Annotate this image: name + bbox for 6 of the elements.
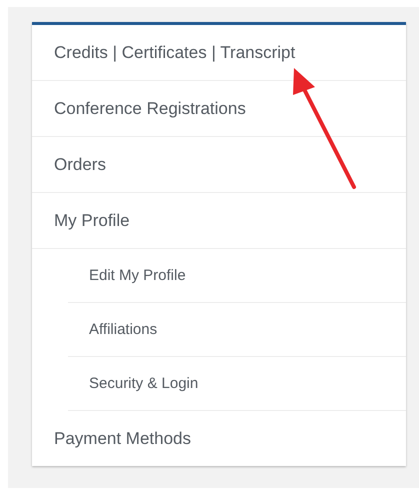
- submenu-item[interactable]: Edit My Profile: [68, 249, 406, 303]
- menu-item[interactable]: Payment Methods: [32, 411, 406, 466]
- submenu-item[interactable]: Affiliations: [68, 303, 406, 357]
- menu-item[interactable]: Orders: [32, 137, 406, 193]
- submenu-item[interactable]: Security & Login: [68, 357, 406, 411]
- menu-item[interactable]: My Profile: [32, 193, 406, 249]
